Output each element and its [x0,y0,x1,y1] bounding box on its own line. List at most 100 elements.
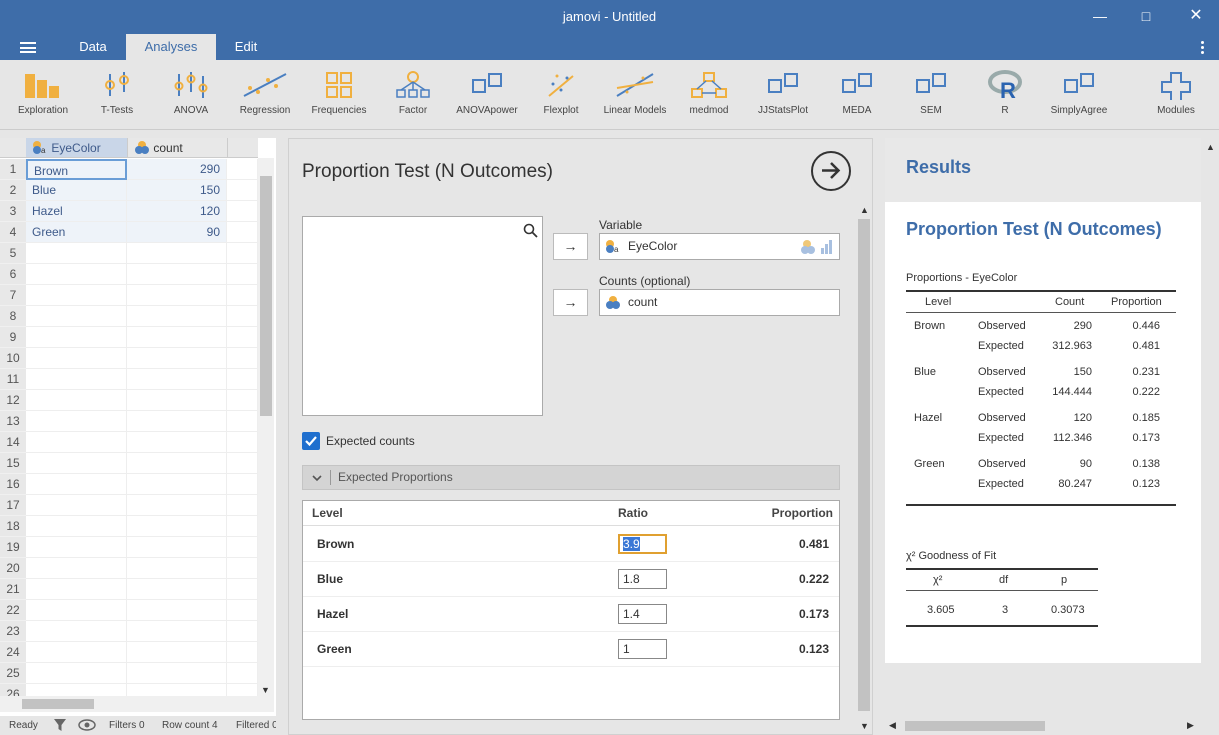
data-cell[interactable] [26,642,127,663]
data-cell[interactable] [227,243,258,264]
data-cell[interactable] [127,369,227,390]
data-cell[interactable] [127,390,227,411]
row-number[interactable]: 18 [0,516,26,537]
row-number[interactable]: 4 [0,222,26,243]
data-cell[interactable] [227,348,258,369]
data-cell[interactable] [26,663,127,684]
ribbon-frequencies[interactable]: Frequencies [308,70,370,126]
data-cell[interactable] [127,642,227,663]
expected-counts-checkbox[interactable] [302,432,320,450]
data-cell[interactable] [227,537,258,558]
tab-analyses[interactable]: Analyses [126,34,216,60]
data-cell[interactable] [127,327,227,348]
data-cell[interactable] [127,285,227,306]
data-cell[interactable] [26,369,127,390]
data-cell[interactable] [227,180,258,201]
data-cell[interactable] [26,285,127,306]
data-cell[interactable] [26,495,127,516]
data-cell[interactable]: 290 [127,159,227,180]
data-cell[interactable] [227,600,258,621]
data-cell[interactable] [127,453,227,474]
data-cell[interactable] [127,432,227,453]
ribbon-jjstatsplot[interactable]: JJStatsPlot [752,70,814,126]
data-cell[interactable] [26,264,127,285]
data-cell[interactable] [26,558,127,579]
data-cell[interactable] [127,495,227,516]
data-cell[interactable] [127,243,227,264]
ribbon-medmod[interactable]: medmod [678,70,740,126]
data-cell[interactable] [227,516,258,537]
data-cell[interactable] [127,348,227,369]
data-cell[interactable] [227,663,258,684]
data-cell[interactable] [227,285,258,306]
ribbon-t-tests[interactable]: T-Tests [86,70,148,126]
ribbon-simplyagree[interactable]: SimplyAgree [1046,70,1112,126]
data-cell[interactable] [227,159,258,180]
search-icon[interactable] [523,223,538,238]
data-cell[interactable] [127,663,227,684]
data-cell[interactable] [227,306,258,327]
row-number[interactable]: 25 [0,663,26,684]
row-number[interactable]: 10 [0,348,26,369]
row-number[interactable]: 16 [0,474,26,495]
ribbon-factor[interactable]: Factor [382,70,444,126]
maximize-button[interactable]: □ [1136,6,1156,26]
spreadsheet-vertical-scrollbar[interactable]: ▼ [258,158,274,712]
row-number[interactable]: 6 [0,264,26,285]
move-to-counts-button[interactable]: → [553,289,588,316]
column-header-empty[interactable] [227,138,258,158]
data-cell[interactable] [127,411,227,432]
data-cell[interactable] [127,474,227,495]
data-cell[interactable] [127,621,227,642]
row-number[interactable]: 2 [0,180,26,201]
data-cell[interactable] [127,306,227,327]
tab-edit[interactable]: Edit [218,34,274,60]
data-cell[interactable] [227,201,258,222]
ratio-input[interactable]: 3.9 [618,534,667,554]
data-cell[interactable] [127,600,227,621]
row-number[interactable]: 3 [0,201,26,222]
row-number[interactable]: 11 [0,369,26,390]
close-button[interactable]: ✕ [1186,6,1206,26]
column-header-count[interactable]: count [127,138,227,158]
data-cell[interactable] [127,558,227,579]
scroll-down-arrow-icon[interactable]: ▼ [860,721,869,731]
data-cell[interactable] [127,264,227,285]
ribbon-anova[interactable]: ANOVA [160,70,222,126]
scroll-up-arrow-icon[interactable]: ▲ [1206,142,1215,152]
row-number[interactable]: 22 [0,600,26,621]
variable-target-box[interactable]: a EyeColor [599,233,840,260]
data-cell[interactable] [227,474,258,495]
data-cell[interactable] [127,537,227,558]
data-cell[interactable] [227,621,258,642]
options-vertical-scrollbar[interactable]: ▲ ▼ [857,205,871,734]
results-analysis-title[interactable]: Proportion Test (N Outcomes) [906,219,1162,240]
data-cell[interactable] [26,600,127,621]
data-cell[interactable]: 120 [127,201,227,222]
counts-target-box[interactable]: count [599,289,840,316]
tab-data[interactable]: Data [63,34,123,60]
data-cell[interactable] [26,390,127,411]
row-number[interactable]: 12 [0,390,26,411]
scrollbar-thumb[interactable] [22,699,94,709]
minimize-button[interactable]: — [1090,6,1110,26]
data-cell[interactable] [26,453,127,474]
data-cell[interactable] [26,348,127,369]
ribbon-meda[interactable]: MEDA [826,70,888,126]
data-cell[interactable] [26,432,127,453]
data-cell[interactable] [227,327,258,348]
scrollbar-thumb[interactable] [905,721,1045,731]
hamburger-menu-icon[interactable] [20,42,36,53]
data-cell[interactable] [26,306,127,327]
data-cell[interactable] [26,327,127,348]
data-cell[interactable]: 150 [127,180,227,201]
row-number[interactable]: 17 [0,495,26,516]
available-variables-list[interactable] [302,216,543,416]
data-cell[interactable] [227,495,258,516]
scrollbar-thumb[interactable] [858,219,870,711]
ribbon-sem[interactable]: SEM [900,70,962,126]
data-cell[interactable] [227,369,258,390]
row-number[interactable]: 19 [0,537,26,558]
move-to-variable-button[interactable]: → [553,233,588,260]
data-cell[interactable] [227,642,258,663]
